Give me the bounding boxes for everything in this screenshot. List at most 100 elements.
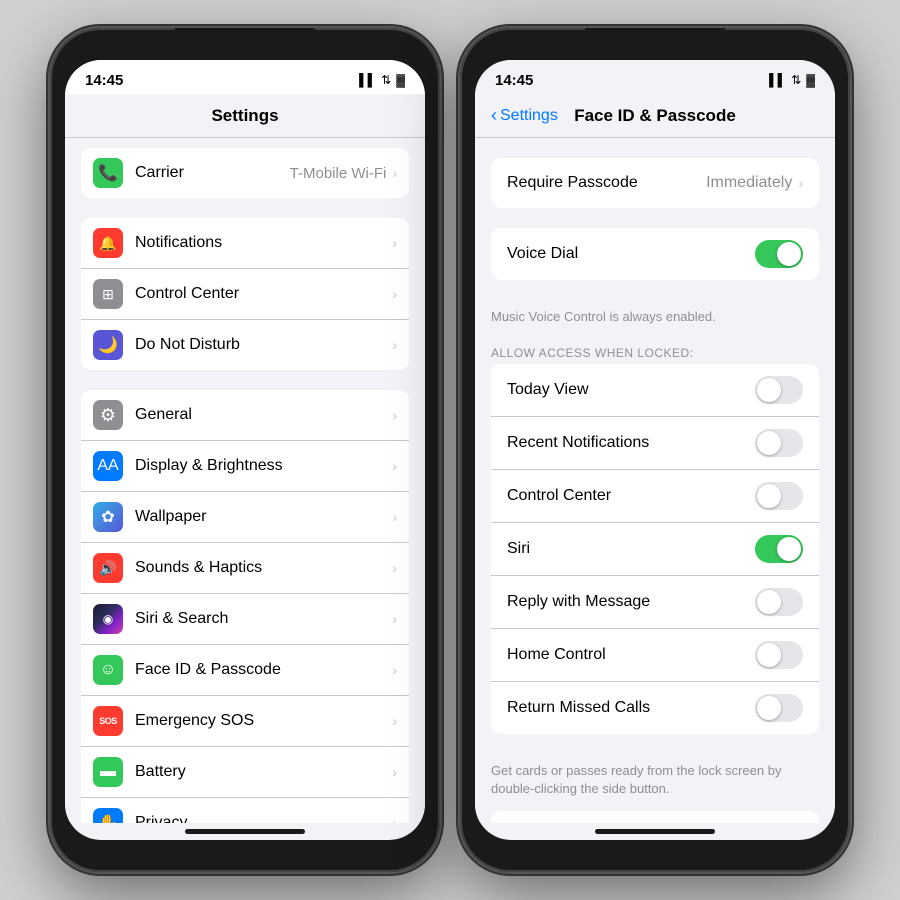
general-row[interactable]: ⚙ General › [81,390,409,441]
faceid-row[interactable]: ☺ Face ID & Passcode › [81,645,409,696]
faceid-scroll[interactable]: Require Passcode Immediately › Voice Dia… [475,138,835,823]
back-button[interactable]: ‹ Settings [491,105,558,126]
voice-dial-group: Voice Dial [491,228,819,280]
recent-notifications-toggle[interactable] [755,429,803,457]
display-chevron: › [392,458,397,474]
nav-title-faceid: Face ID & Passcode [574,106,736,126]
wallpaper-row[interactable]: ✿ Wallpaper › [81,492,409,543]
battery-icon-row: ▬ [93,757,123,787]
siri-row-label: Siri [507,540,755,558]
control-center-toggle[interactable] [755,482,803,510]
erase-data-row[interactable]: Erase Data [491,811,819,823]
voice-dial-row[interactable]: Voice Dial [491,228,819,280]
display-row[interactable]: AA Display & Brightness › [81,441,409,492]
today-view-toggle[interactable] [755,376,803,404]
notch [175,28,315,56]
reply-message-label: Reply with Message [507,593,755,611]
display-icon: AA [93,451,123,481]
wallpaper-icon: ✿ [93,502,123,532]
sounds-label: Sounds & Haptics [135,559,392,577]
access-group: Today View Recent Notifications Control … [491,364,819,734]
sounds-row[interactable]: 🔊 Sounds & Haptics › [81,543,409,594]
return-calls-row[interactable]: Return Missed Calls [491,682,819,734]
require-passcode-value: Immediately [706,174,792,192]
home-control-row[interactable]: Home Control [491,629,819,682]
faceid-label: Face ID & Passcode [135,661,392,679]
recent-notifications-row[interactable]: Recent Notifications [491,417,819,470]
privacy-label: Privacy [135,814,392,823]
carrier-value: T-Mobile Wi-Fi [290,165,387,182]
status-bar-1: 14:45 ▌▌ ⇅ ▓ [65,60,425,94]
control-center-label-2: Control Center [507,487,755,505]
control-center-icon: ⊞ [93,279,123,309]
wallpaper-chevron: › [392,509,397,525]
sos-icon: SOS [93,706,123,736]
carrier-label: Carrier [135,164,290,182]
carrier-icon: 📞 [93,158,123,188]
battery-chevron: › [392,764,397,780]
nav-bar-faceid: ‹ Settings Face ID & Passcode [475,94,835,138]
faceid-chevron: › [392,662,397,678]
status-icons-2: ▌▌ ⇅ ▓ [769,73,815,87]
screen-faceid: 14:45 ▌▌ ⇅ ▓ ‹ Settings Face ID & Passco… [475,60,835,840]
status-bar-2: 14:45 ▌▌ ⇅ ▓ [475,60,835,94]
voice-dial-toggle[interactable] [755,240,803,268]
passcode-group: Require Passcode Immediately › [491,158,819,208]
sounds-icon: 🔊 [93,553,123,583]
general-icon: ⚙ [93,400,123,430]
back-label[interactable]: Settings [500,107,558,125]
general-chevron: › [392,407,397,423]
return-calls-toggle[interactable] [755,694,803,722]
privacy-chevron: › [392,815,397,823]
today-view-label: Today View [507,381,755,399]
settings-group-1: 🔔 Notifications › ⊞ Control Center › 🌙 D… [81,218,409,370]
siri-row[interactable]: Siri [491,523,819,576]
nav-bar-settings: Settings [65,94,425,138]
today-view-row[interactable]: Today View [491,364,819,417]
do-not-disturb-icon: 🌙 [93,330,123,360]
battery-row[interactable]: ▬ Battery › [81,747,409,798]
time-1: 14:45 [85,72,123,89]
home-indicator-2 [595,829,715,834]
sos-row[interactable]: SOS Emergency SOS › [81,696,409,747]
reply-message-row[interactable]: Reply with Message [491,576,819,629]
voice-dial-label: Voice Dial [507,245,755,263]
wallpaper-label: Wallpaper [135,508,392,526]
siri-search-row[interactable]: ◉ Siri & Search › [81,594,409,645]
siri-toggle[interactable] [755,535,803,563]
home-control-label: Home Control [507,646,755,664]
do-not-disturb-row[interactable]: 🌙 Do Not Disturb › [81,320,409,370]
privacy-icon: ✋ [93,808,123,823]
settings-scroll[interactable]: 📞 Carrier T-Mobile Wi-Fi › 🔔 Notificatio… [65,138,425,823]
control-center-chevron: › [392,286,397,302]
back-chevron-icon: ‹ [491,105,497,126]
return-calls-label: Return Missed Calls [507,699,755,717]
sos-chevron: › [392,713,397,729]
notifications-icon: 🔔 [93,228,123,258]
home-indicator-1 [185,829,305,834]
notifications-label: Notifications [135,234,392,252]
phone-settings: 14:45 ▌▌ ⇅ ▓ Settings 📞 Carrier T-Mobile… [50,28,440,872]
notifications-chevron: › [392,235,397,251]
require-passcode-chevron: › [798,175,803,191]
notifications-row[interactable]: 🔔 Notifications › [81,218,409,269]
notch-2 [585,28,725,56]
wifi-icon-2: ⇅ [791,73,801,87]
privacy-row[interactable]: ✋ Privacy › [81,798,409,823]
screen-settings: 14:45 ▌▌ ⇅ ▓ Settings 📞 Carrier T-Mobile… [65,60,425,840]
sos-label: Emergency SOS [135,712,392,730]
faceid-icon: ☺ [93,655,123,685]
time-2: 14:45 [495,72,533,89]
home-control-toggle[interactable] [755,641,803,669]
require-passcode-row[interactable]: Require Passcode Immediately › [491,158,819,208]
control-center-label: Control Center [135,285,392,303]
control-center-row[interactable]: ⊞ Control Center › [81,269,409,320]
reply-message-toggle[interactable] [755,588,803,616]
carrier-row[interactable]: 📞 Carrier T-Mobile Wi-Fi › [81,148,409,198]
do-not-disturb-label: Do Not Disturb [135,336,392,354]
carrier-group: 📞 Carrier T-Mobile Wi-Fi › [81,148,409,198]
battery-icon: ▓ [396,73,405,87]
siri-label: Siri & Search [135,610,392,628]
signal-icon-2: ▌▌ [769,73,786,87]
control-center-row-2[interactable]: Control Center [491,470,819,523]
